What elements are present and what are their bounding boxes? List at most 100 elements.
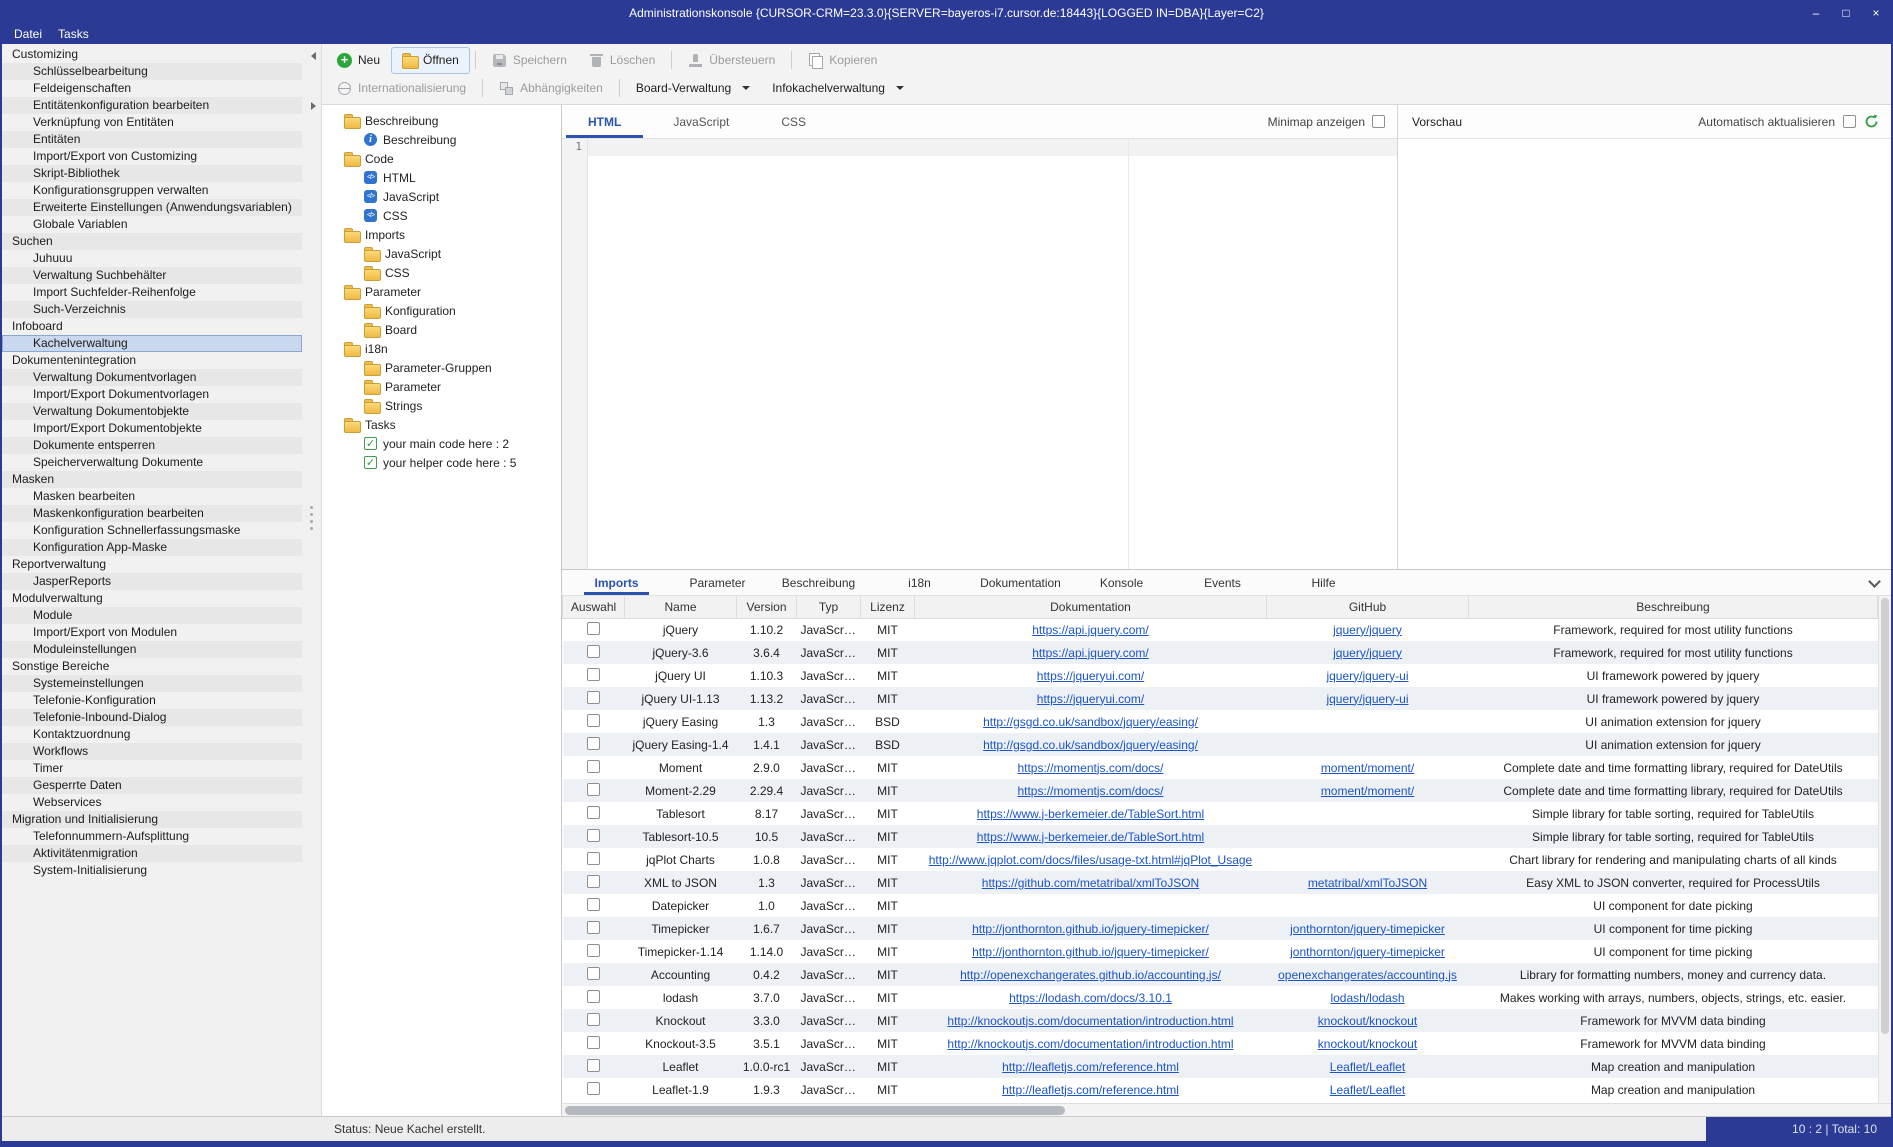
row-checkbox[interactable] xyxy=(587,944,600,957)
github-link[interactable]: jquery/jquery xyxy=(1333,646,1402,660)
table-row[interactable]: jQuery Easing-1.41.4.1JavaScriptBSDhttp:… xyxy=(563,733,1878,756)
doc-link[interactable]: http://www.jqplot.com/docs/files/usage-t… xyxy=(929,853,1252,867)
bottom-tab-imports[interactable]: Imports xyxy=(566,570,667,595)
sidebar-item-konfiguration-schnellerfassungsmaske[interactable]: Konfiguration Schnellerfassungsmaske xyxy=(2,522,302,539)
expand-right-icon[interactable] xyxy=(307,100,319,112)
sidebar-item-reportverwaltung[interactable]: Reportverwaltung xyxy=(2,556,302,573)
sidebar-item-such-verzeichnis[interactable]: Such-Verzeichnis xyxy=(2,301,302,318)
tree-item-javascript[interactable]: JavaScript xyxy=(322,187,561,206)
github-link[interactable]: jonthornton/jquery-timepicker xyxy=(1290,922,1445,936)
bottom-tab-dokumentation[interactable]: Dokumentation xyxy=(970,570,1071,595)
toolbar-button-löschen[interactable]: Löschen xyxy=(578,48,666,73)
tree-item-beschreibung[interactable]: Beschreibung xyxy=(322,111,561,130)
doc-link[interactable]: http://leafletjs.com/reference.html xyxy=(1002,1083,1179,1097)
table-row[interactable]: lodash3.7.0JavaScriptMIThttps://lodash.c… xyxy=(563,986,1878,1009)
github-link[interactable]: jquery/jquery-ui xyxy=(1326,692,1408,706)
bottom-tab-events[interactable]: Events xyxy=(1172,570,1273,595)
sidebar-item-schlüsselbearbeitung[interactable]: Schlüsselbearbeitung xyxy=(2,63,302,80)
bottom-tab-konsole[interactable]: Konsole xyxy=(1071,570,1172,595)
table-row[interactable]: Moment-2.292.29.4JavaScriptMIThttps://mo… xyxy=(563,779,1878,802)
table-row[interactable]: Timepicker-1.141.14.0JavaScriptMIThttp:/… xyxy=(563,940,1878,963)
row-checkbox[interactable] xyxy=(587,875,600,888)
github-link[interactable]: moment/moment/ xyxy=(1321,761,1414,775)
column-header-version[interactable]: Version xyxy=(737,596,797,618)
editor-tab-css[interactable]: CSS xyxy=(755,105,832,138)
tree-item-imports[interactable]: Imports xyxy=(322,225,561,244)
row-checkbox[interactable] xyxy=(587,714,600,727)
github-link[interactable]: moment/moment/ xyxy=(1321,784,1414,798)
doc-link[interactable]: https://momentjs.com/docs/ xyxy=(1017,784,1163,798)
tree-item-i18n[interactable]: i18n xyxy=(322,339,561,358)
github-link[interactable]: jquery/jquery-ui xyxy=(1326,669,1408,683)
sidebar-item-entitäten[interactable]: Entitäten xyxy=(2,131,302,148)
sidebar-item-gesperrte-daten[interactable]: Gesperrte Daten xyxy=(2,777,302,794)
menu-datei[interactable]: Datei xyxy=(6,25,50,43)
sidebar-item-dokumente-entsperren[interactable]: Dokumente entsperren xyxy=(2,437,302,454)
collapse-left-icon[interactable] xyxy=(307,50,319,62)
column-header-lizenz[interactable]: Lizenz xyxy=(861,596,915,618)
sidebar-item-system-initialisierung[interactable]: System-Initialisierung xyxy=(2,862,302,879)
sidebar-splitter[interactable] xyxy=(302,44,322,1116)
tree-item-css[interactable]: CSS xyxy=(322,206,561,225)
row-checkbox[interactable] xyxy=(587,1059,600,1072)
toolbar-button-übersteuern[interactable]: Übersteuern xyxy=(677,48,786,73)
sidebar-item-feldeigenschaften[interactable]: Feldeigenschaften xyxy=(2,80,302,97)
table-row[interactable]: Accounting0.4.2JavaScriptMIThttp://opene… xyxy=(563,963,1878,986)
doc-link[interactable]: https://api.jquery.com/ xyxy=(1032,646,1149,660)
doc-link[interactable]: http://gsgd.co.uk/sandbox/jquery/easing/ xyxy=(983,715,1198,729)
doc-link[interactable]: http://jonthornton.github.io/jquery-time… xyxy=(972,945,1209,959)
horizontal-scrollbar[interactable] xyxy=(562,1103,1891,1116)
row-checkbox[interactable] xyxy=(587,622,600,635)
sidebar-item-verknüpfung-von-entitäten[interactable]: Verknüpfung von Entitäten xyxy=(2,114,302,131)
doc-link[interactable]: https://momentjs.com/docs/ xyxy=(1017,761,1163,775)
table-row[interactable]: Leaflet-1.91.9.3JavaScriptMIThttp://leaf… xyxy=(563,1078,1878,1101)
toolbar-button-speichern[interactable]: Speichern xyxy=(481,48,578,73)
refresh-icon[interactable] xyxy=(1864,114,1879,129)
row-checkbox[interactable] xyxy=(587,645,600,658)
table-row[interactable]: jQuery UI-1.131.13.2JavaScriptMIThttps:/… xyxy=(563,687,1878,710)
table-row[interactable]: jQuery1.10.2JavaScriptMIThttps://api.jqu… xyxy=(563,618,1878,641)
row-checkbox[interactable] xyxy=(587,783,600,796)
tree-item-your-helper-code-here-5[interactable]: your helper code here : 5 xyxy=(322,453,561,472)
doc-link[interactable]: http://knockoutjs.com/documentation/intr… xyxy=(947,1037,1233,1051)
doc-link[interactable]: https://jqueryui.com/ xyxy=(1037,692,1144,706)
sidebar-item-aktivitätenmigration[interactable]: Aktivitätenmigration xyxy=(2,845,302,862)
sidebar-item-entitätenkonfiguration-bearbeiten[interactable]: Entitätenkonfiguration bearbeiten xyxy=(2,97,302,114)
doc-link[interactable]: http://gsgd.co.uk/sandbox/jquery/easing/ xyxy=(983,738,1198,752)
table-row[interactable]: jQuery Easing1.3JavaScriptBSDhttp://gsgd… xyxy=(563,710,1878,733)
table-row[interactable]: Timepicker1.6.7JavaScriptMIThttp://jonth… xyxy=(563,917,1878,940)
doc-link[interactable]: https://jqueryui.com/ xyxy=(1037,669,1144,683)
toolbar-button-infokachelverwaltung[interactable]: Infokachelverwaltung xyxy=(761,76,915,100)
tree-item-strings[interactable]: Strings xyxy=(322,396,561,415)
sidebar-item-import-export-von-customizing[interactable]: Import/Export von Customizing xyxy=(2,148,302,165)
doc-link[interactable]: http://knockoutjs.com/documentation/intr… xyxy=(947,1014,1233,1028)
sidebar-item-masken-bearbeiten[interactable]: Masken bearbeiten xyxy=(2,488,302,505)
collapse-panel-icon[interactable] xyxy=(1868,575,1881,588)
table-row[interactable]: jQuery-3.63.6.4JavaScriptMIThttps://api.… xyxy=(563,641,1878,664)
sidebar-item-import-export-von-modulen[interactable]: Import/Export von Modulen xyxy=(2,624,302,641)
sidebar-item-speicherverwaltung-dokumente[interactable]: Speicherverwaltung Dokumente xyxy=(2,454,302,471)
sidebar-item-erweiterte-einstellungen-anwendungsvariablen[interactable]: Erweiterte Einstellungen (Anwendungsvari… xyxy=(2,199,302,216)
column-header-auswahl[interactable]: Auswahl xyxy=(563,596,625,618)
row-checkbox[interactable] xyxy=(587,1013,600,1026)
github-link[interactable]: jonthornton/jquery-timepicker xyxy=(1290,945,1445,959)
tree-item-code[interactable]: Code xyxy=(322,149,561,168)
sidebar-item-import-suchfelder-reihenfolge[interactable]: Import Suchfelder-Reihenfolge xyxy=(2,284,302,301)
sidebar-item-suchen[interactable]: Suchen xyxy=(2,233,302,250)
table-row[interactable]: Leaflet1.0.0-rc1JavaScriptMIThttp://leaf… xyxy=(563,1055,1878,1078)
sidebar-item-import-export-dokumentobjekte[interactable]: Import/Export Dokumentobjekte xyxy=(2,420,302,437)
github-link[interactable]: Leaflet/Leaflet xyxy=(1330,1083,1405,1097)
row-checkbox[interactable] xyxy=(587,1082,600,1095)
menu-tasks[interactable]: Tasks xyxy=(50,25,97,43)
sidebar-item-timer[interactable]: Timer xyxy=(2,760,302,777)
doc-link[interactable]: https://api.jquery.com/ xyxy=(1032,623,1149,637)
tree-item-tasks[interactable]: Tasks xyxy=(322,415,561,434)
github-link[interactable]: lodash/lodash xyxy=(1330,991,1404,1005)
table-row[interactable]: Datepicker1.0JavaScriptMITUI component f… xyxy=(563,894,1878,917)
tree-item-konfiguration[interactable]: Konfiguration xyxy=(322,301,561,320)
row-checkbox[interactable] xyxy=(587,852,600,865)
table-row[interactable]: Knockout3.3.0JavaScriptMIThttp://knockou… xyxy=(563,1009,1878,1032)
doc-link[interactable]: https://www.j-berkemeier.de/TableSort.ht… xyxy=(977,830,1204,844)
editor-tab-html[interactable]: HTML xyxy=(562,105,647,138)
tree-item-your-main-code-here-2[interactable]: your main code here : 2 xyxy=(322,434,561,453)
